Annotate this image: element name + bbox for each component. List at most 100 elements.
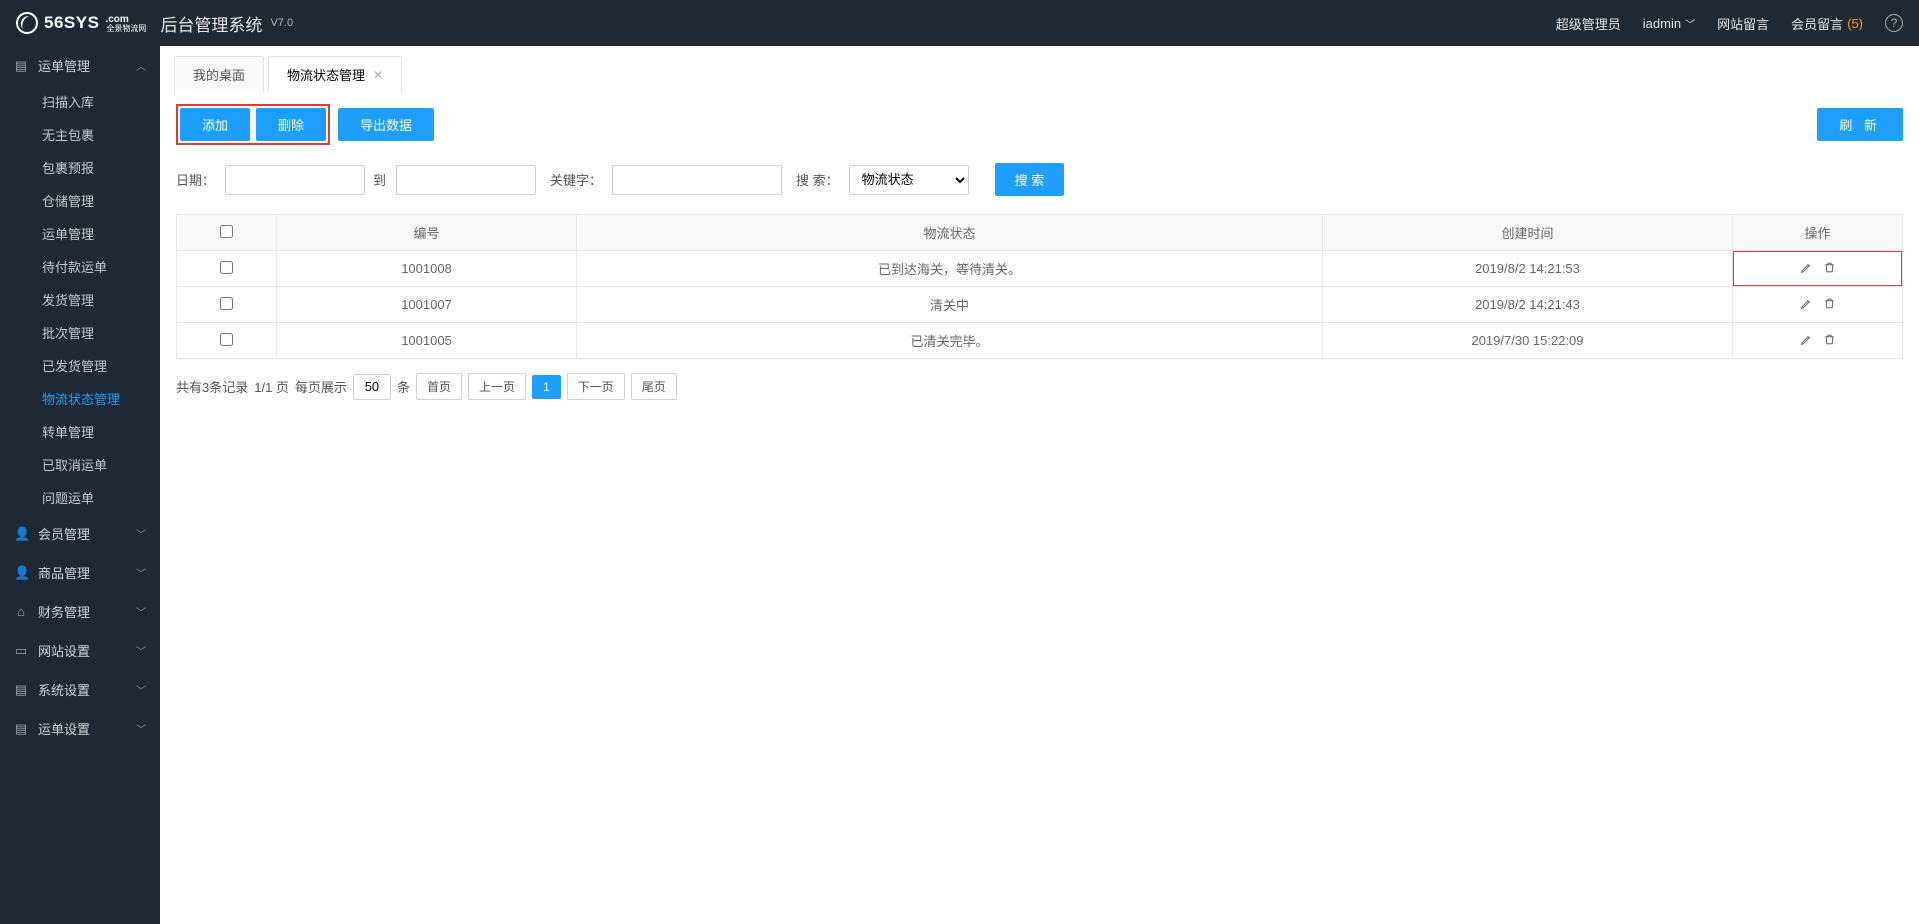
sidebar-item-9[interactable]: 物流状态管理 (0, 382, 160, 415)
search-type-select[interactable]: 物流状态 (849, 165, 969, 195)
system-title: 后台管理系统 (160, 11, 262, 36)
row-checkbox-cell (177, 251, 277, 287)
per-page-input[interactable] (353, 374, 391, 400)
sidebar-item-12[interactable]: 问题运单 (0, 481, 160, 514)
tabs-bar: 我的桌面 物流状态管理✕ (160, 46, 1919, 92)
edit-icon[interactable] (1800, 333, 1813, 349)
page-1-button[interactable]: 1 (532, 375, 561, 399)
username: iadmin (1643, 16, 1681, 31)
sidebar-item-1[interactable]: 无主包裹 (0, 118, 160, 151)
site-message-link[interactable]: 网站留言 (1717, 14, 1769, 33)
chevron-down-icon: ﹀ (1685, 16, 1695, 31)
table-row: 1001008 已到达海关，等待清关。 2019/8/2 14:21:53 (177, 251, 1903, 287)
row-time: 2019/7/30 15:22:09 (1323, 323, 1733, 359)
next-page-button[interactable]: 下一页 (567, 373, 625, 400)
chevron-icon: ﹀ (136, 526, 146, 541)
tab-1[interactable]: 物流状态管理✕ (268, 56, 402, 92)
edit-icon[interactable] (1800, 261, 1813, 277)
chevron-icon: ﹀ (136, 604, 146, 619)
main-area: 我的桌面物流状态管理✕ 添加 删除 导出数据 刷 新 日期： 到 关键字： 搜 (160, 46, 1919, 924)
tab-label: 我的桌面 (193, 65, 245, 84)
row-action-cell (1733, 323, 1903, 359)
refresh-button[interactable]: 刷 新 (1817, 108, 1903, 141)
menu-group-icon: ▭ (14, 643, 28, 659)
delete-icon[interactable] (1823, 333, 1836, 349)
sidebar-item-6[interactable]: 发货管理 (0, 283, 160, 316)
header-time: 创建时间 (1323, 215, 1733, 251)
menu-group-4[interactable]: ▭ 网站设置 ﹀ (0, 631, 160, 670)
search-button[interactable]: 搜 索 (995, 163, 1065, 196)
help-icon[interactable]: ? (1885, 14, 1903, 32)
logo-icon (16, 12, 38, 34)
sidebar-item-11[interactable]: 已取消运单 (0, 448, 160, 481)
menu-group-label: 运单设置 (38, 719, 90, 738)
total-records: 共有3条记录 (176, 377, 248, 396)
menu-group-icon: ⌂ (14, 604, 28, 619)
sidebar: ▤ 运单管理 ︿扫描入库无主包裹包裹预报仓储管理运单管理待付款运单发货管理批次管… (0, 46, 160, 924)
sidebar-item-3[interactable]: 仓储管理 (0, 184, 160, 217)
menu-group-icon: ▤ (14, 721, 28, 737)
header-right: 超级管理员 iadmin ﹀ 网站留言 会员留言 (5) ? (1556, 14, 1903, 33)
row-status: 已清关完毕。 (577, 323, 1323, 359)
prev-page-button[interactable]: 上一页 (468, 373, 526, 400)
row-time: 2019/8/2 14:21:43 (1323, 287, 1733, 323)
user-role: 超级管理员 (1556, 14, 1621, 33)
user-dropdown[interactable]: iadmin ﹀ (1643, 16, 1695, 31)
menu-group-label: 财务管理 (38, 602, 90, 621)
delete-icon[interactable] (1823, 261, 1836, 277)
sidebar-item-5[interactable]: 待付款运单 (0, 250, 160, 283)
system-version: V7.0 (270, 17, 293, 29)
message-count: (5) (1847, 16, 1863, 31)
menu-group-icon: ▤ (14, 682, 28, 698)
row-action-cell (1733, 251, 1903, 287)
member-message-link[interactable]: 会员留言 (5) (1791, 14, 1863, 33)
per-page-label: 每页展示 (295, 377, 347, 396)
sidebar-item-8[interactable]: 已发货管理 (0, 349, 160, 382)
row-action-cell (1733, 287, 1903, 323)
date-to-input[interactable] (396, 165, 536, 195)
row-checkbox[interactable] (220, 297, 233, 310)
sidebar-item-7[interactable]: 批次管理 (0, 316, 160, 349)
row-checkbox-cell (177, 323, 277, 359)
menu-group-5[interactable]: ▤ 系统设置 ﹀ (0, 670, 160, 709)
tab-close-icon[interactable]: ✕ (373, 68, 383, 82)
tab-0[interactable]: 我的桌面 (174, 56, 264, 92)
last-page-button[interactable]: 尾页 (631, 373, 677, 400)
add-button[interactable]: 添加 (180, 108, 250, 141)
logo-sub: 全景物流网 (106, 25, 146, 33)
sidebar-item-0[interactable]: 扫描入库 (0, 85, 160, 118)
row-checkbox[interactable] (220, 333, 233, 346)
menu-group-2[interactable]: 👤 商品管理 ﹀ (0, 553, 160, 592)
chevron-icon: ﹀ (136, 682, 146, 697)
first-page-button[interactable]: 首页 (416, 373, 462, 400)
row-id: 1001007 (277, 287, 577, 323)
sidebar-item-10[interactable]: 转单管理 (0, 415, 160, 448)
header: 56SYS .com 全景物流网 后台管理系统 V7.0 超级管理员 iadmi… (0, 0, 1919, 46)
filter-row: 日期： 到 关键字： 搜 索： 物流状态 搜 索 (176, 163, 1903, 196)
delete-button[interactable]: 删除 (256, 108, 326, 141)
logo-text: 56SYS (44, 13, 99, 33)
menu-group-3[interactable]: ⌂ 财务管理 ﹀ (0, 592, 160, 631)
menu-group-0[interactable]: ▤ 运单管理 ︿ (0, 46, 160, 85)
search-type-label: 搜 索： (796, 170, 839, 189)
row-status: 清关中 (577, 287, 1323, 323)
table-row: 1001007 清关中 2019/8/2 14:21:43 (177, 287, 1903, 323)
sidebar-item-4[interactable]: 运单管理 (0, 217, 160, 250)
sidebar-item-2[interactable]: 包裹预报 (0, 151, 160, 184)
page-indicator: 1/1 页 (254, 377, 289, 396)
per-page-unit: 条 (397, 377, 410, 396)
date-from-input[interactable] (225, 165, 365, 195)
menu-group-label: 会员管理 (38, 524, 90, 543)
row-checkbox[interactable] (220, 261, 233, 274)
header-checkbox-cell (177, 215, 277, 251)
chevron-icon: ﹀ (136, 565, 146, 580)
keyword-input[interactable] (612, 165, 782, 195)
edit-icon[interactable] (1800, 297, 1813, 313)
chevron-icon: ﹀ (136, 643, 146, 658)
select-all-checkbox[interactable] (220, 225, 233, 238)
chevron-icon: ︿ (136, 58, 146, 73)
export-button[interactable]: 导出数据 (338, 108, 434, 141)
menu-group-1[interactable]: 👤 会员管理 ﹀ (0, 514, 160, 553)
menu-group-6[interactable]: ▤ 运单设置 ﹀ (0, 709, 160, 748)
delete-icon[interactable] (1823, 297, 1836, 313)
